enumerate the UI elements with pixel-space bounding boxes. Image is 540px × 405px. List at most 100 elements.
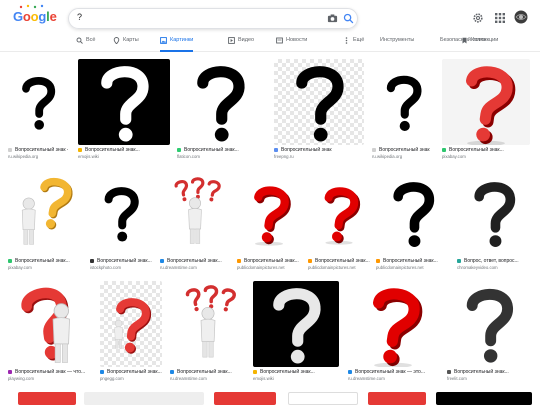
image-result[interactable]: Вопросительный знак... publicdomainpictur…: [308, 170, 370, 272]
result-thumbnail[interactable]: [90, 170, 152, 256]
result-thumbnail[interactable]: [308, 170, 370, 256]
result-title[interactable]: Вопросительный знак...: [85, 147, 170, 153]
result-thumbnail[interactable]: [274, 59, 364, 145]
result-source[interactable]: flaticon.com: [177, 154, 263, 159]
result-thumbnail[interactable]: [8, 170, 82, 256]
result-thumbnail[interactable]: [170, 281, 246, 367]
result-title[interactable]: Вопросительный знак — что...: [15, 369, 94, 375]
source-favicon-icon: [308, 259, 312, 263]
result-source[interactable]: pixabay.com: [442, 154, 530, 159]
result-thumbnail[interactable]: [8, 281, 94, 367]
image-result[interactable]: [84, 392, 204, 405]
result-thumbnail[interactable]: [100, 281, 162, 367]
result-source[interactable]: chromakeyvideo.com: [457, 265, 531, 270]
image-result[interactable]: [18, 392, 76, 405]
result-source[interactable]: ru.dreamstime.com: [348, 376, 438, 381]
result-thumbnail[interactable]: [253, 281, 339, 367]
result-source[interactable]: emojis.wiki: [78, 154, 170, 159]
source-favicon-icon: [348, 370, 352, 374]
result-title[interactable]: Вопросительный знак...: [15, 258, 82, 264]
question-mark-image: [386, 75, 422, 131]
question-mark-image: [373, 288, 423, 367]
source-favicon-icon: [253, 370, 257, 374]
result-title[interactable]: Вопросительный знак — это...: [355, 369, 438, 375]
image-result[interactable]: [436, 392, 532, 405]
question-mark-image: [254, 186, 291, 246]
result-source[interactable]: pixabay.com: [8, 265, 82, 270]
source-favicon-icon: [170, 370, 174, 374]
result-source[interactable]: pngegg.com: [100, 376, 162, 381]
source-favicon-icon: [442, 148, 446, 152]
image-result[interactable]: Вопросительный знак... flaticon.com: [177, 59, 263, 161]
result-title[interactable]: Вопросительный знак...: [184, 147, 263, 153]
question-mark-image: [114, 298, 152, 354]
image-result[interactable]: Вопросительный знак... istockphoto.com: [90, 170, 152, 272]
image-result[interactable]: Вопросительный знак... ru.dreamstime.com: [160, 170, 230, 272]
question-mark-image: [324, 187, 361, 245]
result-thumbnail[interactable]: [376, 170, 450, 256]
image-result[interactable]: Вопросительный знак — это... ru.dreamstim…: [348, 281, 438, 383]
image-result[interactable]: Вопросительный знак... publicdomainpictur…: [376, 170, 450, 272]
result-source[interactable]: ru.dreamstime.com: [160, 265, 230, 270]
result-title[interactable]: Вопросительный знак...: [315, 258, 370, 264]
image-result[interactable]: Вопросительный знак — что... playwing.com: [8, 281, 94, 383]
image-result[interactable]: Вопросительный знак freepng.ru: [274, 59, 364, 161]
result-thumbnail[interactable]: [78, 59, 170, 145]
result-title[interactable]: Вопросительный знак...: [97, 258, 152, 264]
image-result[interactable]: Вопросительный знак... pixabay.com: [8, 170, 82, 272]
result-thumbnail[interactable]: [8, 59, 68, 145]
result-title[interactable]: Вопросительный знак...: [244, 258, 301, 264]
question-mark-image: [174, 177, 221, 244]
result-title[interactable]: Вопросительный знак...: [383, 258, 450, 264]
question-mark-image: [21, 177, 73, 245]
image-result[interactable]: Вопросительный знак... emojis.wiki: [78, 59, 170, 161]
image-result[interactable]: Вопросительный знак ru.wikipedia.org: [372, 59, 435, 161]
result-source[interactable]: istockphoto.com: [90, 265, 152, 270]
result-title[interactable]: Вопросительный знак: [379, 147, 435, 153]
result-thumbnail[interactable]: [177, 59, 263, 145]
result-thumbnail[interactable]: [237, 170, 301, 256]
question-mark-image: [22, 76, 56, 130]
image-result[interactable]: Вопросительный знак... freelit.com: [447, 281, 531, 383]
result-title[interactable]: Вопрос, ответ, вопрос...: [464, 258, 531, 264]
result-thumbnail[interactable]: [348, 281, 438, 367]
image-result[interactable]: Вопросительный знак... emojis.wiki: [253, 281, 339, 383]
result-source[interactable]: ru.wikipedia.org: [8, 154, 68, 159]
result-thumbnail[interactable]: [447, 281, 531, 367]
result-thumbnail[interactable]: [372, 59, 435, 145]
image-result[interactable]: [288, 392, 358, 405]
result-source[interactable]: playwing.com: [8, 376, 94, 381]
result-title[interactable]: Вопросительный знак: [281, 147, 364, 153]
result-source[interactable]: freelit.com: [447, 376, 531, 381]
result-title[interactable]: Вопросительный знак...: [167, 258, 230, 264]
result-title[interactable]: Вопросительный знак...: [177, 369, 246, 375]
result-source[interactable]: freepng.ru: [274, 154, 364, 159]
result-source[interactable]: emojis.wiki: [253, 376, 339, 381]
source-favicon-icon: [372, 148, 376, 152]
result-thumbnail[interactable]: [160, 170, 230, 256]
image-result[interactable]: Вопросительный знак... ru.dreamstime.com: [170, 281, 246, 383]
result-title[interactable]: Вопросительный знак — Википедия: [15, 147, 68, 153]
result-thumbnail[interactable]: [457, 170, 531, 256]
question-mark-image: [474, 182, 516, 248]
question-mark-image: [197, 66, 245, 142]
result-title[interactable]: Вопросительный знак...: [107, 369, 162, 375]
image-result[interactable]: Вопрос, ответ, вопрос... chromakeyvideo.c…: [457, 170, 531, 272]
image-result[interactable]: [368, 392, 426, 405]
image-result[interactable]: Вопросительный знак... pixabay.com: [442, 59, 530, 161]
result-source[interactable]: publicdomainpictures.net: [237, 265, 301, 270]
result-source[interactable]: publicdomainpictures.net: [308, 265, 370, 270]
question-mark-image: [185, 285, 236, 358]
result-title[interactable]: Вопросительный знак...: [454, 369, 531, 375]
result-source[interactable]: publicdomainpictures.net: [376, 265, 450, 270]
image-result[interactable]: [214, 392, 276, 405]
image-result[interactable]: Вопросительный знак... publicdomainpictur…: [237, 170, 301, 272]
image-result[interactable]: Вопросительный знак... pngegg.com: [100, 281, 162, 383]
image-results-grid: Вопросительный знак — Википедияru.wikipe…: [0, 0, 540, 405]
result-title[interactable]: Вопросительный знак...: [260, 369, 339, 375]
image-result[interactable]: Вопросительный знак — Википедияru.wikipe…: [8, 59, 68, 161]
result-title[interactable]: Вопросительный знак...: [449, 147, 530, 153]
result-thumbnail[interactable]: [442, 59, 530, 145]
result-source[interactable]: ru.dreamstime.com: [170, 376, 246, 381]
result-source[interactable]: ru.wikipedia.org: [372, 154, 435, 159]
